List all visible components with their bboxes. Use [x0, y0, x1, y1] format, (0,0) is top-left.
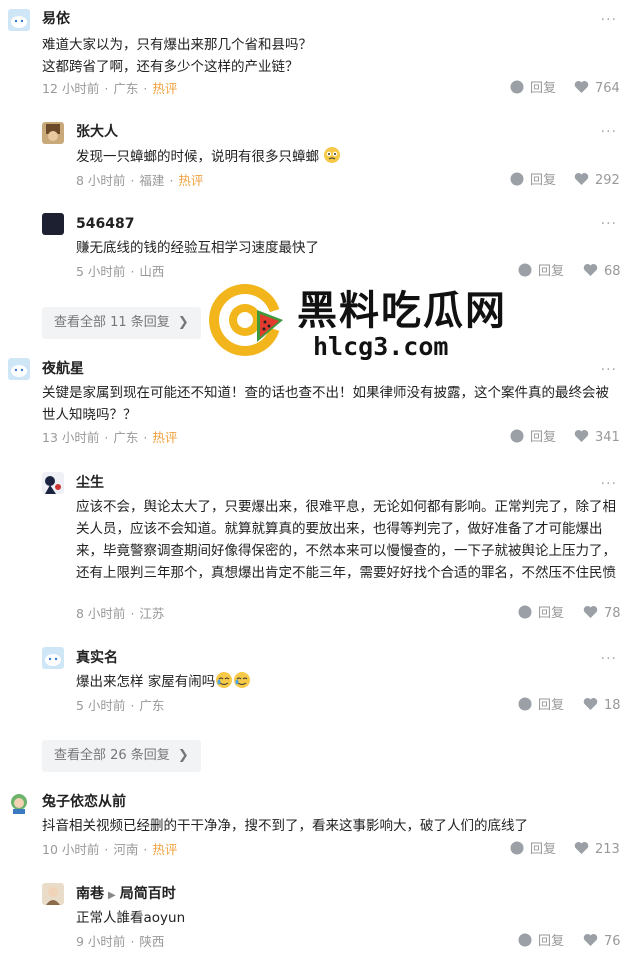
- more-options-icon[interactable]: ···: [601, 125, 617, 139]
- avatar[interactable]: [8, 358, 30, 380]
- view-all-replies-button[interactable]: 查看全部 11 条回复 ❯: [42, 307, 201, 339]
- emoji-icon: [324, 147, 341, 163]
- comment-text: 关键是家属到现在可能还不知道！查的话也查不出！如果律师没有披露，这个案件真的最终…: [42, 385, 609, 423]
- like-button[interactable]: 292: [574, 172, 620, 190]
- like-button[interactable]: 213: [574, 841, 620, 859]
- comment-text: 抖音相关视频已经删的干干净净，搜不到了，看来这事影响大，破了人们的底线了: [42, 818, 528, 834]
- watermelon-logo-icon: [209, 284, 285, 356]
- comment-author: 南巷 ▶ 局简百时: [76, 885, 176, 905]
- heart-icon: [574, 81, 589, 93]
- reply-button[interactable]: 回复: [510, 80, 556, 98]
- avatar[interactable]: [8, 9, 30, 31]
- comment-text: 爆出来怎样 家屋有闹吗: [76, 671, 596, 693]
- comment-bubble-icon: [518, 605, 532, 619]
- comment-bubble-icon: [510, 841, 524, 855]
- avatar[interactable]: [42, 472, 64, 494]
- comment-text: 正常人誰看aoyun: [76, 910, 186, 926]
- more-options-icon[interactable]: ···: [601, 652, 617, 666]
- reply-button[interactable]: 回复: [518, 605, 564, 623]
- comment-time: 12 小时前: [42, 81, 100, 96]
- heart-icon: [583, 606, 598, 618]
- comment-author[interactable]: 兔子依恋从前: [42, 793, 126, 811]
- heart-icon: [574, 430, 589, 442]
- comment-bubble-icon: [510, 172, 524, 186]
- watermark-url: hlcg3.com: [313, 332, 449, 361]
- avatar[interactable]: [42, 122, 64, 144]
- watermark-title: 黑料吃瓜网: [297, 288, 507, 334]
- hot-badge: 热评: [178, 173, 204, 188]
- heart-icon: [574, 173, 589, 185]
- comment-author[interactable]: 易依: [42, 10, 70, 28]
- comment-author-name[interactable]: 南巷: [76, 886, 104, 902]
- reply-button[interactable]: 回复: [510, 841, 556, 859]
- reply-button[interactable]: 回复: [510, 172, 556, 190]
- chevron-right-icon: ❯: [177, 748, 189, 763]
- hot-badge: 热评: [152, 81, 178, 96]
- reply-arrow-icon: ▶: [108, 890, 116, 901]
- heart-icon: [583, 698, 598, 710]
- comment-meta: 8 小时前 · 福建 · 热评: [76, 173, 204, 188]
- like-button[interactable]: 78: [583, 605, 621, 623]
- avatar[interactable]: [42, 213, 64, 235]
- more-options-icon[interactable]: ···: [601, 477, 617, 491]
- comment-author[interactable]: 夜航星: [42, 360, 84, 378]
- reply-button[interactable]: 回复: [518, 933, 564, 951]
- more-options-icon[interactable]: ···: [601, 363, 617, 377]
- comment-meta: 13 小时前 · 广东 · 热评: [42, 430, 178, 445]
- chevron-right-icon: ❯: [177, 315, 189, 330]
- comment-meta: 12 小时前 · 广东 · 热评: [42, 81, 178, 96]
- comment-meta: 5 小时前 · 山西: [76, 264, 165, 279]
- heart-icon: [583, 264, 598, 276]
- avatar[interactable]: [42, 883, 64, 905]
- comment-meta: 9 小时前 · 陕西: [76, 934, 165, 949]
- comment-author[interactable]: 546487: [76, 215, 134, 233]
- comment-bubble-icon: [518, 263, 532, 277]
- like-button[interactable]: 341: [574, 429, 620, 447]
- like-button[interactable]: 68: [583, 263, 621, 281]
- reply-to-name[interactable]: 局简百时: [120, 886, 176, 902]
- comment-text: 赚无底线的钱的经验互相学习速度最快了: [76, 240, 319, 256]
- watermark: 黑料吃瓜网 hlcg3.com: [205, 278, 525, 378]
- emoji-icon: [234, 672, 251, 688]
- reply-button[interactable]: 回复: [518, 697, 564, 715]
- comment-meta: 5 小时前 · 广东: [76, 698, 165, 713]
- heart-icon: [574, 842, 589, 854]
- comment-bubble-icon: [510, 80, 524, 94]
- more-options-icon[interactable]: ···: [601, 217, 617, 231]
- avatar[interactable]: [8, 792, 30, 814]
- reply-button[interactable]: 回复: [510, 429, 556, 447]
- comment-text: 发现一只蟑螂的时候，说明有很多只蟑螂: [76, 146, 596, 168]
- hot-badge: 热评: [152, 430, 178, 445]
- comment-bubble-icon: [510, 429, 524, 443]
- comment-author[interactable]: 尘生: [76, 474, 104, 492]
- comment-author[interactable]: 真实名: [76, 649, 118, 667]
- more-options-icon[interactable]: ···: [601, 13, 617, 27]
- comment-text: 难道大家以为，只有爆出来那几个省和县吗？ 这都跨省了啊，还有多少个这样的产业链？: [42, 37, 312, 75]
- comment-meta: 8 小时前 · 江苏: [76, 606, 165, 621]
- like-count: 764: [595, 81, 620, 96]
- like-button[interactable]: 764: [574, 80, 620, 98]
- comment-bubble-icon: [518, 933, 532, 947]
- like-button[interactable]: 18: [583, 697, 621, 715]
- heart-icon: [583, 934, 598, 946]
- comment-author[interactable]: 张大人: [76, 123, 118, 141]
- comment-location: 广东: [113, 81, 139, 96]
- comment-text: 应该不会，舆论太大了，只要爆出来，很难平息，无论如何都有影响。正常判完了，除了相…: [76, 499, 616, 581]
- emoji-icon: [216, 672, 233, 688]
- hot-badge: 热评: [152, 842, 178, 857]
- view-all-replies-button[interactable]: 查看全部 26 条回复 ❯: [42, 740, 201, 772]
- comment-meta: 10 小时前 · 河南 · 热评: [42, 842, 178, 857]
- like-button[interactable]: 76: [583, 933, 621, 951]
- comment-bubble-icon: [518, 697, 532, 711]
- avatar[interactable]: [42, 647, 64, 669]
